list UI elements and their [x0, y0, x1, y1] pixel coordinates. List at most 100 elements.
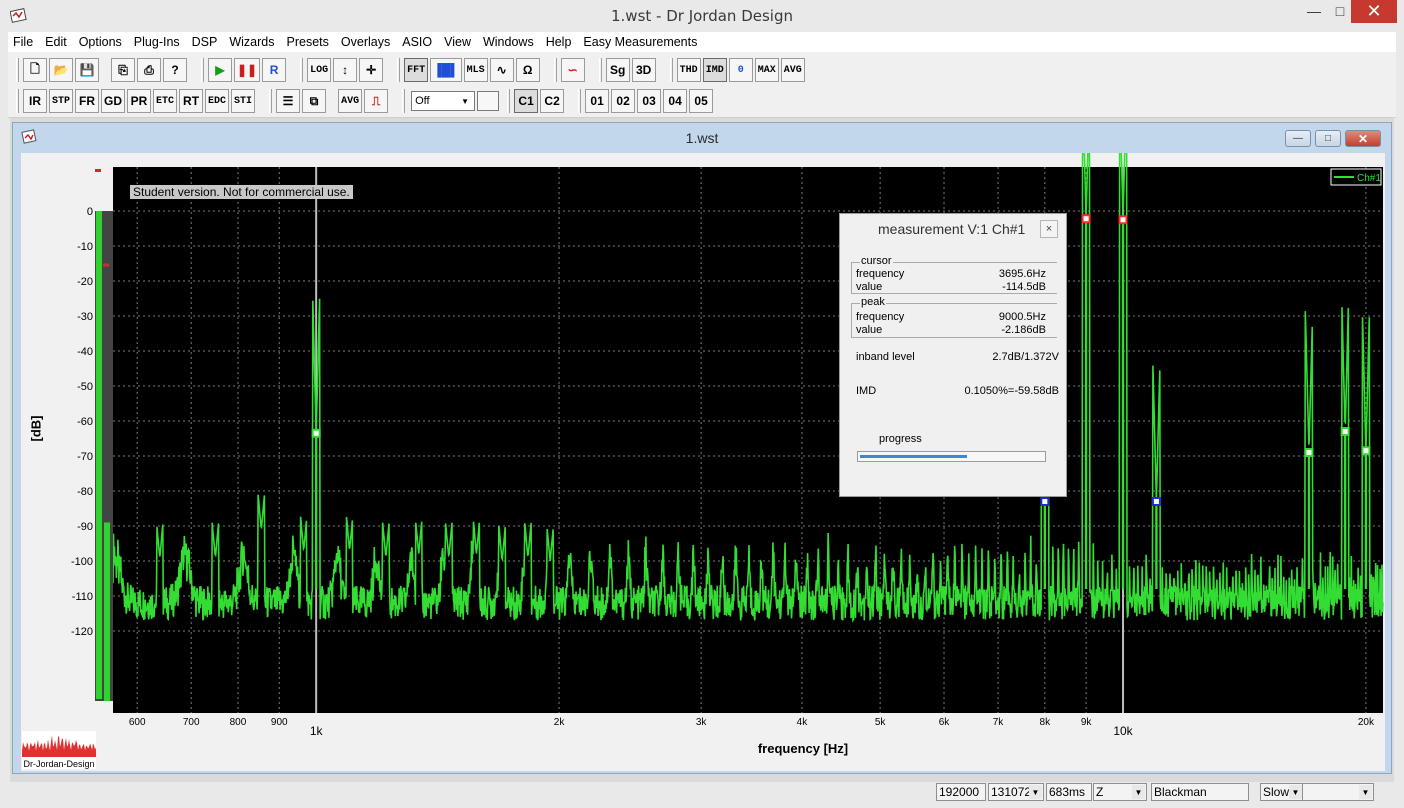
sine-wave-icon[interactable]: ∿	[489, 58, 514, 82]
avg-toggle-button[interactable]: AVG	[338, 89, 363, 113]
trigger-select[interactable]: Off ▼	[411, 91, 476, 111]
toolbar-grip[interactable]	[402, 89, 406, 113]
pause-icon[interactable]: ❚❚	[234, 58, 261, 82]
mode-gd-button[interactable]: GD	[101, 89, 126, 113]
preset-05-button[interactable]: 05	[689, 89, 714, 113]
child-minimize-icon[interactable]: —	[1285, 130, 1311, 147]
record-label[interactable]: R	[262, 58, 287, 82]
spectrum-bars-icon[interactable]: ▐█▌	[430, 58, 462, 82]
mode-fr-button[interactable]: FR	[75, 89, 100, 113]
toolbar-grip[interactable]	[669, 58, 673, 82]
chevron-down-icon[interactable]: ▼	[1132, 785, 1145, 799]
menu-edit[interactable]: Edit	[39, 35, 73, 49]
menu-asio[interactable]: ASIO	[396, 35, 438, 49]
mode-pr-button[interactable]: PR	[127, 89, 152, 113]
imd-button[interactable]: IMD	[702, 58, 727, 82]
chevron-down-icon[interactable]: ▼	[1029, 785, 1042, 799]
chevron-down-icon[interactable]: ▼	[1359, 785, 1372, 799]
preset-04-button[interactable]: 04	[663, 89, 688, 113]
y-tick-label: 0	[87, 206, 93, 218]
max-button[interactable]: MAX	[754, 58, 779, 82]
open-folder-icon[interactable]: 📂	[49, 58, 73, 82]
toolbar-grip[interactable]	[300, 58, 304, 82]
mode-stp-button[interactable]: STP	[49, 89, 74, 113]
panel-close-icon[interactable]: ×	[1040, 220, 1058, 238]
menu-overlays[interactable]: Overlays	[335, 35, 396, 49]
mode-etc-button[interactable]: ETC	[153, 89, 178, 113]
copy-icon[interactable]: ⎘	[111, 58, 135, 82]
channel-c1-button[interactable]: C1	[514, 89, 539, 113]
child-close-icon[interactable]: ✕	[1345, 130, 1381, 147]
zero-button[interactable]: 0	[728, 58, 753, 82]
ohm-icon[interactable]: Ω	[515, 58, 540, 82]
pan-move-icon[interactable]: ✛	[359, 58, 384, 82]
vertical-arrow-icon[interactable]: ↕	[333, 58, 358, 82]
menu-file[interactable]: File	[8, 35, 39, 49]
menu-options[interactable]: Options	[73, 35, 128, 49]
weighting-select[interactable]: Z ▼	[1093, 783, 1147, 801]
log-button[interactable]: LOG	[307, 58, 332, 82]
toolbar-grip[interactable]	[269, 89, 273, 113]
peak-frequency-label: frequency	[856, 311, 905, 323]
menu-plug-ins[interactable]: Plug-Ins	[128, 35, 186, 49]
new-icon[interactable]: 🗋	[23, 58, 47, 82]
channel-c2-button[interactable]: C2	[540, 89, 565, 113]
window-function-field: Blackman	[1151, 783, 1249, 801]
toolbar-grip[interactable]	[507, 89, 511, 113]
speed-select[interactable]: Slow ▼	[1260, 783, 1304, 801]
spectrum-chart[interactable]: 0 -10 -20 -30 -40 -50 -60 -70 -80 -90 -100 -110 -120…	[21, 153, 1385, 771]
extra-select[interactable]: ▼	[1302, 783, 1374, 801]
peak-frequency-row: frequency 9000.5Hz	[856, 311, 1046, 324]
help-icon[interactable]: ?	[163, 58, 187, 82]
cursor-group-title: cursor	[860, 255, 893, 267]
close-icon[interactable]: ✕	[1351, 0, 1397, 23]
measurement-panel[interactable]: measurement V:1 Ch#1 × cursor frequency …	[839, 213, 1067, 497]
trigger-select-value: Off	[415, 95, 430, 107]
toolbar-grip[interactable]	[16, 89, 19, 113]
panel-header[interactable]: measurement V:1 Ch#1 ×	[840, 214, 1066, 242]
panel-title: measurement V:1 Ch#1	[878, 221, 1026, 237]
menu-help[interactable]: Help	[540, 35, 578, 49]
cascade-windows-icon[interactable]: ⧉	[302, 89, 327, 113]
peak-marker	[1151, 497, 1161, 506]
menu-presets[interactable]: Presets	[281, 35, 335, 49]
toolbar-grip[interactable]	[201, 58, 204, 82]
preset-01-button[interactable]: 01	[585, 89, 610, 113]
play-icon[interactable]: ▶	[208, 58, 232, 82]
child-maximize-icon[interactable]: □	[1315, 130, 1341, 147]
marker-tool-icon[interactable]: ☰	[276, 89, 301, 113]
mode-ir-button[interactable]: IR	[23, 89, 47, 113]
mode-sti-button[interactable]: STI	[231, 89, 256, 113]
inband-level-value: 2.7dB/1.372V	[992, 351, 1059, 363]
menu-easy-measurements[interactable]: Easy Measurements	[577, 35, 703, 49]
mode-rt-button[interactable]: RT	[179, 89, 204, 113]
menu-dsp[interactable]: DSP	[186, 35, 224, 49]
print-icon[interactable]: ⎙	[137, 58, 161, 82]
chevron-down-icon[interactable]: ▼	[1289, 785, 1302, 799]
preset-02-button[interactable]: 02	[611, 89, 636, 113]
menu-wizards[interactable]: Wizards	[223, 35, 280, 49]
toolbar-grip[interactable]	[598, 58, 602, 82]
menu-windows[interactable]: Windows	[477, 35, 540, 49]
preset-03-button[interactable]: 03	[637, 89, 662, 113]
child-title-bar[interactable]: 1.wst — □ ✕	[13, 123, 1391, 151]
trigger-value-box[interactable]	[477, 91, 500, 111]
mls-button[interactable]: MLS	[463, 58, 488, 82]
pulse-step-icon[interactable]: ⎍	[364, 89, 389, 113]
toolbar-grip[interactable]	[16, 58, 19, 82]
toolbar-grip[interactable]	[553, 58, 557, 82]
avg-button[interactable]: AVG	[780, 58, 805, 82]
3d-button[interactable]: 3D	[631, 58, 656, 82]
chevron-down-icon[interactable]: ▼	[458, 94, 472, 108]
menu-view[interactable]: View	[438, 35, 477, 49]
save-icon[interactable]: 💾	[75, 58, 99, 82]
fft-button[interactable]: FFT	[404, 58, 429, 82]
toolbar-grip[interactable]	[578, 89, 582, 113]
mode-edc-button[interactable]: EDC	[205, 89, 230, 113]
waveform-color-icon[interactable]: ∽	[560, 58, 585, 82]
toolbar-grip[interactable]	[397, 58, 401, 82]
sg-button[interactable]: Sg	[605, 58, 630, 82]
fft-size-select[interactable]: 131072 ▼	[988, 783, 1044, 801]
x-tick-label: 700	[183, 717, 200, 728]
thd-button[interactable]: THD	[676, 58, 701, 82]
